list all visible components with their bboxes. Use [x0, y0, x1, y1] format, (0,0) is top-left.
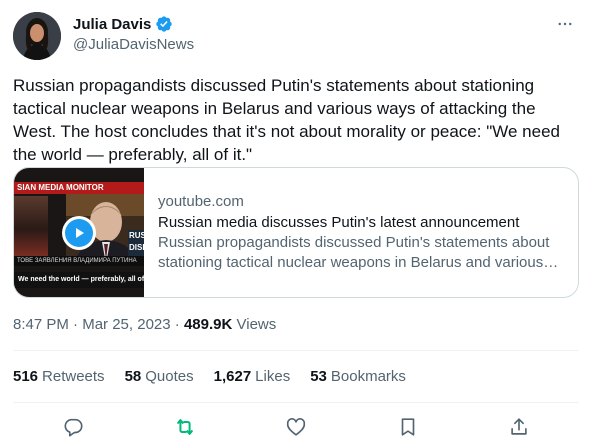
views-label: Views [236, 316, 277, 333]
card-description: Russian propagandists discussed Putin's … [158, 234, 550, 271]
link-card[interactable]: SIAN MEDIA MONITOR RUSS DISI ТОВЕ ЗАЯВЛЕ… [13, 167, 579, 298]
tweet-text: Russian propagandists discussed Putin's … [13, 76, 560, 164]
reply-icon[interactable] [58, 412, 88, 442]
tweet-date[interactable]: Mar 25, 2023 [82, 316, 170, 333]
share-icon[interactable] [504, 412, 534, 442]
video-thumbnail[interactable]: SIAN MEDIA MONITOR RUSS DISI ТОВЕ ЗАЯВЛЕ… [14, 168, 144, 297]
quotes-count: 58 [124, 368, 142, 385]
card-title: Russian media discusses Putin's latest a… [158, 214, 520, 231]
tweet-meta: 8:47 PM · Mar 25, 2023 · 489.9K Views [13, 315, 276, 335]
retweets-label: Retweets [42, 368, 105, 385]
thumbnail-inset [14, 196, 48, 256]
likes-label: Likes [255, 368, 291, 385]
thumbnail-caption: We need the world — preferably, all of i… [14, 272, 144, 288]
bookmarks-stat[interactable]: 53 Bookmarks [310, 367, 406, 387]
likes-stat[interactable]: 1,627 Likes [214, 367, 291, 387]
meta-separator: · [174, 316, 184, 333]
bookmarks-label: Bookmarks [330, 368, 406, 385]
bookmark-icon[interactable] [393, 412, 423, 442]
quotes-stat[interactable]: 58 Quotes [125, 367, 194, 387]
heart-icon[interactable] [281, 412, 311, 442]
bookmarks-count: 53 [310, 368, 327, 385]
retweet-icon[interactable] [170, 412, 200, 442]
thumbnail-caption-top: ТОВЕ ЗАЯВЛЕНИЯ ВЛАДИМИРА ПУТИНА [14, 256, 144, 266]
author-handle[interactable]: @JuliaDavisNews [73, 36, 194, 53]
views-count: 489.9K [183, 316, 233, 333]
avatar[interactable] [13, 12, 61, 60]
divider [13, 402, 579, 403]
verified-badge-icon [155, 15, 173, 33]
retweets-count: 516 [13, 368, 39, 385]
thumbnail-banner: SIAN MEDIA MONITOR [14, 182, 144, 194]
likes-count: 1,627 [213, 368, 252, 385]
more-dots-icon[interactable] [553, 12, 577, 36]
author-name-row: Julia Davis [73, 14, 173, 34]
tweet-time[interactable]: 8:47 PM [13, 316, 69, 333]
engagement-stats: 516 Retweets 58 Quotes 1,627 Likes 53 Bookma… [13, 367, 406, 387]
divider [13, 350, 579, 351]
retweets-stat[interactable]: 516 Retweets [13, 367, 105, 387]
card-domain: youtube.com [158, 193, 244, 210]
tweet: Julia Davis @JuliaDavisNews Russian prop… [0, 0, 589, 446]
action-bar [13, 412, 579, 442]
meta-separator: · [73, 316, 83, 333]
quotes-label: Quotes [145, 368, 194, 385]
play-icon[interactable] [62, 216, 96, 250]
card-info: youtube.com Russian media discusses Puti… [144, 168, 578, 297]
author-name[interactable]: Julia Davis [73, 16, 151, 33]
